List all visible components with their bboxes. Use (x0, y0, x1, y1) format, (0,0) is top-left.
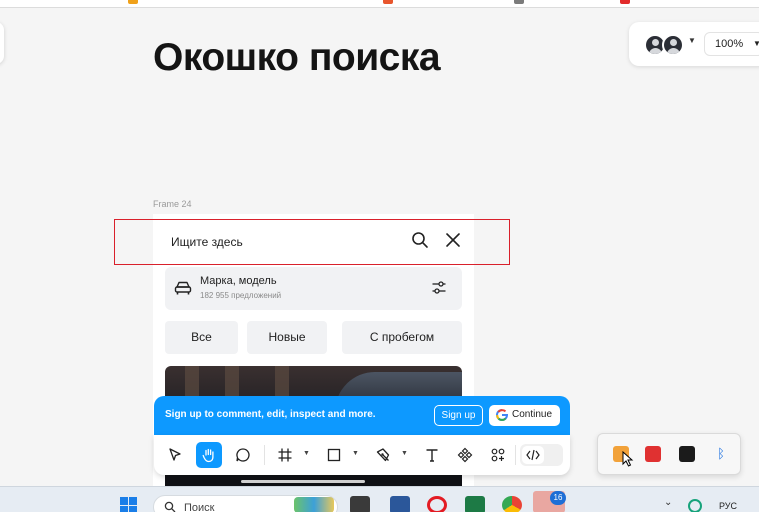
chevron-down-icon[interactable]: ▼ (303, 450, 310, 457)
chevron-down-icon[interactable]: ▼ (688, 36, 696, 45)
pen-icon (376, 448, 390, 462)
sign-up-button[interactable]: Sign up (434, 405, 483, 426)
bookmark-icon[interactable] (514, 0, 524, 4)
continue-label: Continue (512, 409, 553, 420)
zoom-value: 100% (715, 38, 744, 50)
search-icon (164, 501, 176, 512)
nvidia-tray-icon[interactable] (679, 446, 695, 462)
chevron-down-icon[interactable]: ▼ (401, 450, 408, 457)
avatar[interactable] (662, 34, 684, 56)
offers-count: 182 955 предложений (200, 291, 282, 300)
brand-model-selector[interactable]: Марка, модель 182 955 предложений (165, 267, 462, 310)
chip-all[interactable]: Все (165, 321, 238, 354)
zoom-dropdown[interactable]: 100% ▼ (704, 32, 759, 56)
chip-used[interactable]: С пробегом (342, 321, 462, 354)
recorder-tray-icon[interactable] (645, 446, 661, 462)
dev-mode-toggle[interactable] (520, 444, 563, 466)
bookmark-icon[interactable] (128, 0, 138, 4)
chrome-icon[interactable] (502, 496, 522, 512)
brand-model-label: Марка, модель (200, 275, 277, 287)
components-icon (457, 447, 473, 463)
hand-icon (202, 448, 214, 463)
toolbar-divider (264, 445, 265, 465)
signup-banner: Sign up to comment, edit, inspect and mo… (154, 396, 570, 436)
filter-settings-icon[interactable] (431, 280, 447, 296)
excel-icon[interactable] (465, 496, 485, 512)
toolbar-divider (515, 445, 516, 465)
task-view-icon[interactable] (350, 496, 370, 512)
code-icon (522, 446, 544, 464)
browser-bookmarks-strip (0, 0, 759, 8)
bookmark-icon[interactable] (620, 0, 630, 4)
search-highlight-rectangle[interactable] (114, 219, 510, 265)
chevron-down-icon: ▼ (753, 39, 759, 48)
chip-new[interactable]: Новые (247, 321, 327, 354)
word-icon[interactable] (390, 496, 410, 512)
windows-start-icon[interactable] (120, 497, 138, 512)
text-icon (426, 449, 438, 462)
canvas-title: Окошко поиска (153, 36, 441, 79)
frame-label[interactable]: Frame 24 (153, 199, 192, 209)
move-tool[interactable] (162, 442, 188, 468)
shape-tool[interactable] (321, 442, 347, 468)
components-tool[interactable] (452, 442, 478, 468)
taskbar-search-label: Поиск (184, 502, 215, 512)
notification-badge: 16 (550, 491, 566, 505)
search-highlight-image (294, 497, 334, 512)
top-right-controls: ▼ 100% ▼ (629, 22, 759, 66)
plugins-icon (491, 448, 505, 462)
pen-tool[interactable] (370, 442, 396, 468)
chevron-down-icon[interactable]: ▼ (352, 450, 359, 457)
hand-tool[interactable] (196, 442, 222, 468)
frame-tool[interactable] (272, 442, 298, 468)
comment-icon (236, 448, 250, 462)
signup-message: Sign up to comment, edit, inspect and mo… (165, 409, 376, 420)
continue-with-google-button[interactable]: Continue (489, 405, 560, 426)
windows-taskbar: Поиск 16 ⌄ РУС (0, 486, 759, 512)
plugins-tool[interactable] (485, 442, 511, 468)
left-panel-collapsed[interactable] (0, 22, 4, 64)
language-indicator[interactable]: РУС (719, 501, 737, 511)
design-toolbar: ▼ ▼ ▼ (154, 435, 570, 475)
mouse-cursor-icon (622, 451, 634, 467)
edge-icon[interactable] (688, 499, 702, 512)
opera-icon[interactable] (427, 496, 447, 512)
frame-icon (278, 448, 292, 462)
tray-overflow-popup: ᛒ (597, 433, 741, 475)
text-tool[interactable] (419, 442, 445, 468)
comment-tool[interactable] (230, 442, 256, 468)
cursor-icon (169, 448, 181, 461)
google-icon (496, 409, 508, 421)
bluetooth-icon[interactable]: ᛒ (713, 446, 729, 462)
rectangle-icon (327, 448, 341, 462)
collaborator-avatars[interactable] (644, 34, 692, 56)
chevron-up-icon[interactable]: ⌄ (664, 497, 672, 508)
bookmark-icon[interactable] (383, 0, 393, 4)
taskbar-search[interactable]: Поиск (153, 495, 338, 512)
car-icon (174, 281, 192, 295)
